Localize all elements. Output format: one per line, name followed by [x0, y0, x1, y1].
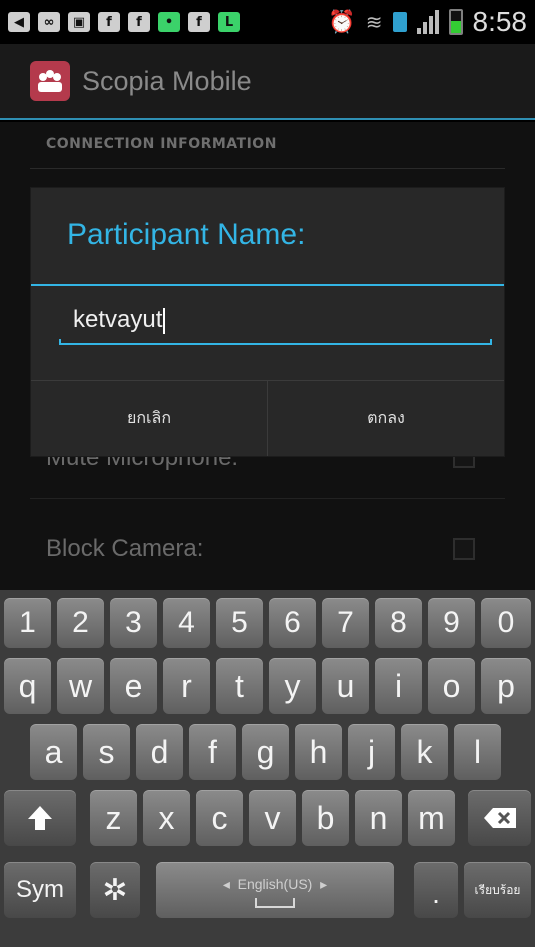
key-6[interactable]: 6	[269, 598, 316, 648]
cancel-button[interactable]: ยกเลิก	[31, 381, 267, 456]
key-e[interactable]: e	[110, 658, 157, 714]
key-n[interactable]: n	[355, 790, 402, 846]
input-value: ketvayut	[73, 306, 163, 333]
key-l[interactable]: l	[454, 724, 501, 780]
key-o[interactable]: o	[428, 658, 475, 714]
gear-icon: ✲	[102, 873, 128, 907]
key-b[interactable]: b	[302, 790, 349, 846]
signal-icon	[416, 10, 439, 34]
key-4[interactable]: 4	[163, 598, 210, 648]
key-y[interactable]: y	[269, 658, 316, 714]
block-camera-checkbox[interactable]	[453, 538, 475, 560]
data-icon	[392, 12, 407, 32]
key-v[interactable]: v	[249, 790, 296, 846]
done-key[interactable]: เรียบร้อย	[464, 862, 531, 918]
facebook-icon: f	[98, 12, 120, 32]
key-0[interactable]: 0	[481, 598, 531, 648]
action-bar: Scopia Mobile	[0, 44, 535, 120]
key-j[interactable]: j	[348, 724, 395, 780]
key-3[interactable]: 3	[110, 598, 157, 648]
space-key[interactable]: ◂ English(US) ▸	[156, 862, 394, 918]
key-h[interactable]: h	[295, 724, 342, 780]
key-r[interactable]: r	[163, 658, 210, 714]
key-c[interactable]: c	[196, 790, 243, 846]
space-bar-icon	[255, 898, 295, 908]
key-7[interactable]: 7	[322, 598, 369, 648]
divider	[30, 168, 505, 169]
key-d[interactable]: d	[136, 724, 183, 780]
shift-arrow-icon	[28, 806, 52, 830]
wifi-icon: ≋	[365, 10, 383, 34]
key-t[interactable]: t	[216, 658, 263, 714]
period-key[interactable]: .	[414, 862, 458, 918]
key-u[interactable]: u	[322, 658, 369, 714]
facebook-icon: f	[188, 12, 210, 32]
key-q[interactable]: q	[4, 658, 51, 714]
key-9[interactable]: 9	[428, 598, 475, 648]
period-label: .	[432, 878, 440, 909]
language-name: English(US)	[237, 875, 313, 892]
section-header: CONNECTION INFORMATION	[46, 136, 277, 152]
ok-button[interactable]: ตกลง	[267, 381, 504, 456]
voicemail-icon: ∞	[38, 12, 60, 32]
input-underline	[59, 339, 492, 345]
status-bar: ◀ ∞ ▣ f f • f L ⏰ ≋ 8:58	[0, 0, 535, 44]
setting-block-camera-label: Block Camera:	[46, 535, 204, 562]
key-m[interactable]: m	[408, 790, 455, 846]
key-w[interactable]: w	[57, 658, 104, 714]
sym-key[interactable]: Sym	[4, 862, 76, 918]
soft-keyboard: 1 2 3 4 5 6 7 8 9 0 q w e r t y u i o p …	[0, 590, 535, 947]
app-title: Scopia Mobile	[82, 65, 252, 96]
key-z[interactable]: z	[90, 790, 137, 846]
divider	[30, 498, 505, 499]
key-p[interactable]: p	[481, 658, 531, 714]
facebook-icon: f	[128, 12, 150, 32]
notification-icons: ◀ ∞ ▣ f f • f L	[8, 12, 240, 32]
key-8[interactable]: 8	[375, 598, 422, 648]
settings-key[interactable]: ✲	[90, 862, 140, 918]
alarm-icon: ⏰	[328, 9, 356, 35]
participant-name-dialog: Participant Name: ketvayut ยกเลิก ตกลง	[31, 188, 504, 456]
key-s[interactable]: s	[83, 724, 130, 780]
key-x[interactable]: x	[143, 790, 190, 846]
key-f[interactable]: f	[189, 724, 236, 780]
key-i[interactable]: i	[375, 658, 422, 714]
battery-icon	[448, 9, 463, 35]
dialog-title-divider	[31, 284, 504, 286]
backspace-key[interactable]	[468, 790, 531, 846]
key-a[interactable]: a	[30, 724, 77, 780]
text-cursor	[163, 307, 166, 334]
line-icon: L	[218, 12, 240, 32]
shift-key[interactable]	[4, 790, 76, 846]
dialog-title: Participant Name:	[67, 218, 306, 251]
participant-name-input[interactable]: ketvayut	[59, 300, 492, 346]
key-2[interactable]: 2	[57, 598, 104, 648]
image-icon: ▣	[68, 12, 90, 32]
status-time: 8:58	[472, 6, 528, 37]
backspace-icon	[483, 808, 516, 828]
key-5[interactable]: 5	[216, 598, 263, 648]
scopia-app-icon[interactable]	[30, 61, 70, 101]
key-g[interactable]: g	[242, 724, 289, 780]
key-k[interactable]: k	[401, 724, 448, 780]
dialog-buttons: ยกเลิก ตกลง	[31, 380, 504, 456]
done-label: เรียบร้อย	[474, 882, 521, 897]
back-icon: ◀	[8, 12, 30, 32]
chat-icon: •	[158, 12, 180, 32]
sym-label: Sym	[16, 876, 64, 903]
language-label: ◂ English(US) ▸	[222, 875, 328, 892]
key-1[interactable]: 1	[4, 598, 51, 648]
